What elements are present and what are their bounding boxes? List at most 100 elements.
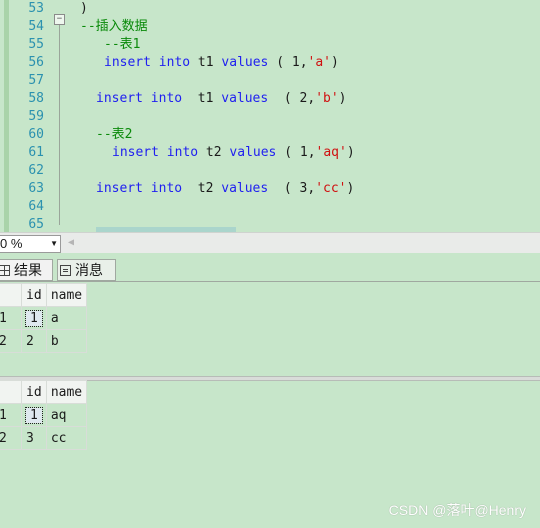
code-token: values (221, 91, 269, 106)
code-line[interactable]: insert into t1 values ( 2,'b') (80, 90, 540, 108)
code-token: 'a' (307, 55, 332, 70)
line-number: 55 (28, 37, 44, 52)
code-token: t2 (198, 145, 230, 160)
code-line[interactable] (80, 198, 540, 216)
code-token: ( 3, (268, 181, 316, 196)
tab-results[interactable]: 结果 (0, 259, 53, 281)
results-pane: 结果 消息 id name 1 1 a 2 2 b id name 1 1 aq… (0, 253, 540, 528)
column-header-name[interactable]: name (45, 380, 88, 404)
code-token: values (229, 145, 277, 160)
tab-underline (0, 281, 540, 282)
code-token: ( 2, (268, 91, 316, 106)
code-token: into (158, 55, 191, 70)
selected-cell-value: 1 (25, 406, 43, 424)
code-line[interactable]: --表1 (80, 36, 540, 54)
cell-id[interactable]: 1 (21, 403, 47, 427)
code-line[interactable]: insert into t1 values ( 1,'a') (80, 54, 540, 72)
code-line[interactable] (80, 162, 540, 180)
code-token: 'cc' (315, 181, 347, 196)
code-token: ) (346, 181, 355, 196)
line-number: 59 (28, 109, 44, 124)
line-number: 60 (28, 127, 44, 142)
grid-header-row: id name (0, 283, 88, 307)
line-number: 54 (28, 19, 44, 34)
cell-name[interactable]: b (45, 329, 88, 353)
fold-guide-line (59, 25, 60, 225)
code-token: t1 (190, 55, 222, 70)
row-number: 2 (0, 426, 22, 450)
result-grid-1[interactable]: id name 1 1 a 2 2 b (0, 283, 88, 353)
code-token: ( 1, (276, 145, 316, 160)
code-token: --插入数据 (80, 19, 148, 34)
line-number: 56 (28, 55, 44, 70)
code-token: values (221, 55, 269, 70)
table-row[interactable]: 1 1 a (0, 306, 88, 330)
zoom-dropdown[interactable]: 0 % ▼ (0, 235, 61, 253)
row-number: 1 (0, 306, 22, 330)
cell-id[interactable]: 3 (21, 426, 47, 450)
code-line[interactable]: --表2 (80, 126, 540, 144)
code-token: values (221, 181, 269, 196)
code-token: insert (96, 181, 143, 196)
scroll-left-icon[interactable]: ◀ (68, 235, 78, 251)
grid-icon (0, 264, 10, 276)
row-number: 1 (0, 403, 22, 427)
grid-header-row: id name (0, 380, 88, 404)
line-number: 63 (28, 181, 44, 196)
table-row[interactable]: 1 1 aq (0, 403, 88, 427)
collapse-region-icon[interactable]: − (54, 14, 65, 25)
line-number: 58 (28, 91, 44, 106)
row-number-header (0, 380, 22, 404)
code-line[interactable] (80, 72, 540, 90)
editor-status-bar: 0 % ▼ ◀ (0, 232, 540, 253)
code-line[interactable]: insert into t2 values ( 1,'aq') (80, 144, 540, 162)
chevron-down-icon: ▼ (50, 239, 58, 248)
code-token: into (166, 145, 199, 160)
table-row[interactable]: 2 3 cc (0, 426, 88, 450)
code-token: --表1 (104, 37, 141, 52)
line-number: 57 (28, 73, 44, 88)
code-line[interactable]: --插入数据 (80, 18, 540, 36)
row-number-header (0, 283, 22, 307)
code-area[interactable]: ) --插入数据 --表1 insert into t1 values ( 1,'a'… (80, 0, 540, 234)
code-token: insert (104, 55, 151, 70)
cell-name[interactable]: a (45, 306, 88, 330)
selected-cell-value: 1 (25, 309, 43, 327)
code-token: ) (80, 1, 88, 16)
code-token: ) (346, 145, 355, 160)
code-token: insert (96, 91, 143, 106)
result-grid-2[interactable]: id name 1 1 aq 2 3 cc (0, 380, 88, 450)
code-token: 'aq' (315, 145, 347, 160)
query-editor[interactable]: 53 54 55 56 57 58 59 60 61 62 63 64 65 − ) --插入数据 --表1… (0, 0, 540, 232)
code-token: insert (112, 145, 159, 160)
code-token: into (150, 181, 183, 196)
cell-name[interactable]: aq (45, 403, 88, 427)
tab-messages[interactable]: 消息 (57, 259, 116, 281)
column-header-id[interactable]: id (21, 283, 47, 307)
line-number: 61 (28, 145, 44, 160)
code-token: ) (338, 91, 347, 106)
code-token: ) (331, 55, 339, 70)
zoom-level: 0 % (0, 236, 23, 251)
code-line[interactable]: ) (80, 0, 540, 18)
cell-id[interactable]: 1 (21, 306, 47, 330)
message-icon (60, 264, 71, 276)
code-token: 'b' (315, 91, 339, 106)
code-token: into (150, 91, 183, 106)
code-line[interactable]: insert into t2 values ( 3,'cc') (80, 180, 540, 198)
table-row[interactable]: 2 2 b (0, 329, 88, 353)
line-number: 64 (28, 199, 44, 214)
column-header-id[interactable]: id (21, 380, 47, 404)
tab-messages-label: 消息 (75, 262, 103, 278)
line-number: 62 (28, 163, 44, 178)
code-line[interactable] (80, 108, 540, 126)
code-token: --表2 (96, 127, 133, 142)
cell-id[interactable]: 2 (21, 329, 47, 353)
tab-results-label: 结果 (14, 262, 42, 278)
column-header-name[interactable]: name (45, 283, 88, 307)
cell-name[interactable]: cc (45, 426, 88, 450)
